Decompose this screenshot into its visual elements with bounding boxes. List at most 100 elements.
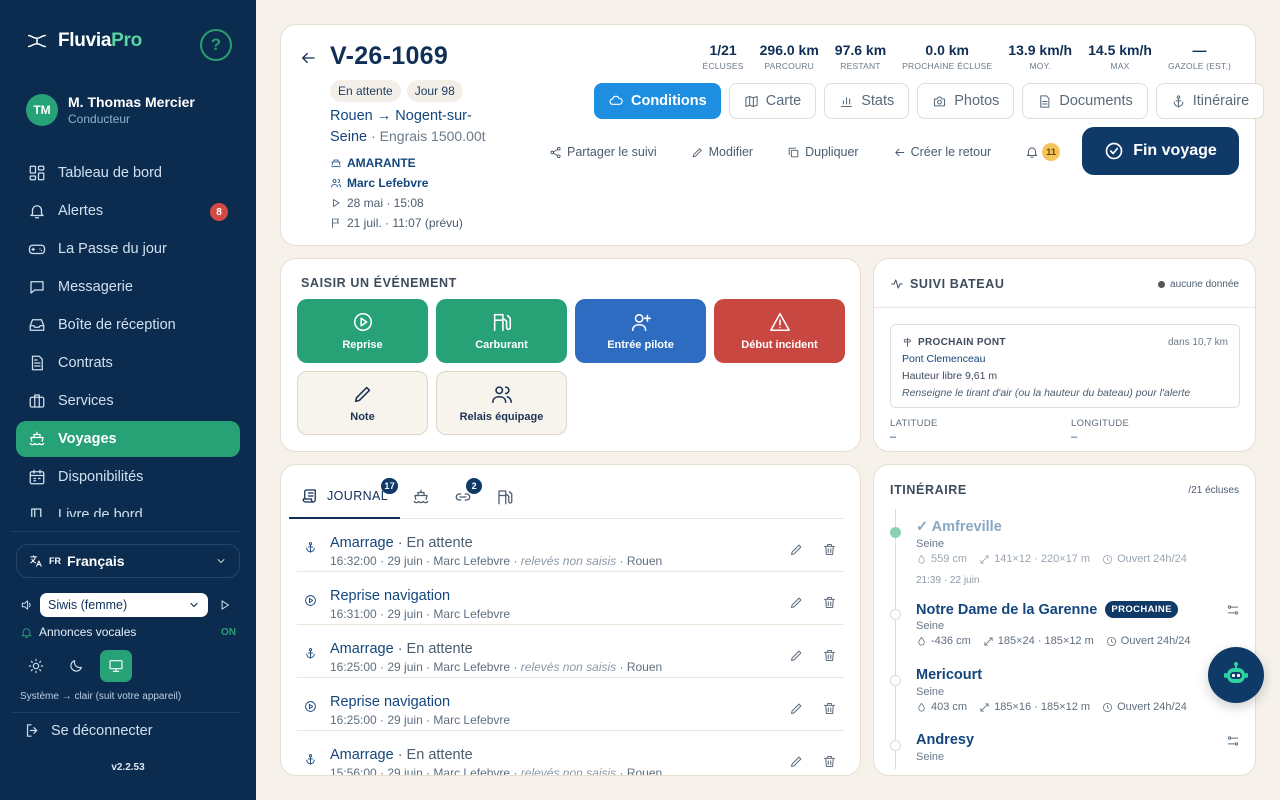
help-button[interactable]: ? <box>200 29 232 61</box>
finish-voyage-button[interactable]: Fin voyage <box>1082 127 1239 175</box>
start-date: 28 mai · 15:08 <box>347 196 424 210</box>
theme-dark-button[interactable] <box>60 650 92 682</box>
language-selector[interactable]: FR Français <box>16 544 240 578</box>
bell-icon <box>30 205 44 219</box>
edit-button[interactable]: Modifier <box>691 145 753 159</box>
moon-icon <box>70 660 82 672</box>
app-version: v2.2.53 <box>111 762 145 773</box>
voice-announcements-toggle[interactable]: Annonces vocales ON <box>20 625 236 639</box>
nav-item-services[interactable]: Services <box>16 383 240 419</box>
tab-label: Stats <box>861 93 895 109</box>
trash-icon[interactable] <box>822 701 837 716</box>
route-settings-icon[interactable] <box>1226 603 1240 617</box>
tab-map[interactable]: Carte <box>728 83 817 119</box>
brand-name: FluviaPro <box>58 30 142 51</box>
pencil-icon[interactable] <box>789 595 804 610</box>
stop-river: Seine <box>916 686 945 698</box>
event-crew-relay-button[interactable]: Relais équipage <box>436 371 567 435</box>
nav-item-inbox[interactable]: Boîte de réception <box>16 307 240 343</box>
theme-system-button[interactable] <box>100 650 132 682</box>
trash-icon[interactable] <box>822 754 837 769</box>
event-incident-button[interactable]: Début incident <box>714 299 845 363</box>
stop-dot <box>890 675 901 686</box>
logout-button[interactable]: Se déconnecter <box>24 722 153 739</box>
trash-icon[interactable] <box>822 595 837 610</box>
tab-documents[interactable]: Documents <box>1022 83 1148 119</box>
theme-light-button[interactable] <box>20 650 52 682</box>
nav-label: Messagerie <box>58 279 133 295</box>
tab-links[interactable]: 2 <box>442 475 484 519</box>
tab-conditions[interactable]: Conditions <box>594 83 721 119</box>
nav-item-availability[interactable]: Disponibilités <box>16 459 240 495</box>
section-title: ITINÉRAIRE <box>890 483 967 497</box>
user-role: Conducteur <box>68 112 131 126</box>
route-settings-icon[interactable] <box>1226 734 1240 748</box>
stop-dot <box>890 740 901 751</box>
journal-entry[interactable]: Amarrage · En attente 16:32:00 · 29 juin… <box>297 519 844 572</box>
event-label: Relais équipage <box>459 411 544 423</box>
play-icon[interactable] <box>218 598 232 612</box>
journal-entry[interactable]: Reprise navigation 16:31:00 · 29 juin · … <box>297 572 844 625</box>
journal-entry[interactable]: Amarrage · En attente 15:56:00 · 29 juin… <box>297 731 844 775</box>
anchor-icon <box>306 648 315 659</box>
sidebar-divider <box>12 712 240 713</box>
tab-ship[interactable] <box>400 475 442 519</box>
action-label: Dupliquer <box>805 145 859 159</box>
nav-item-messaging[interactable]: Messagerie <box>16 269 240 305</box>
day-badge: Jour 98 <box>406 80 463 102</box>
pencil-icon[interactable] <box>789 542 804 557</box>
journal-entry[interactable]: Amarrage · En attente 16:25:00 · 29 juin… <box>297 625 844 678</box>
gamepad-icon <box>28 244 46 255</box>
nav-item-logbook[interactable]: Livre de bord <box>16 497 240 517</box>
user-profile[interactable]: TM M. Thomas Mercier Conducteur <box>26 94 195 126</box>
resize-icon <box>980 702 989 712</box>
nav-item-contracts[interactable]: Contrats <box>16 345 240 381</box>
event-note-button[interactable]: Note <box>297 371 428 435</box>
tab-label: JOURNAL <box>327 488 389 503</box>
coordinates: LATITUDE – LONGITUDE – <box>890 418 1252 443</box>
divider <box>874 307 1255 308</box>
journal-tabs: JOURNAL 17 2 <box>289 475 844 519</box>
back-arrow-icon[interactable] <box>299 49 317 67</box>
document-icon <box>1040 94 1050 108</box>
return-trip-button[interactable]: Créer le retour <box>893 145 991 159</box>
book-icon <box>31 508 42 517</box>
event-fuel-button[interactable]: Carburant <box>436 299 567 363</box>
tab-label: Carte <box>765 93 802 109</box>
vessel-row[interactable]: AMARANTE <box>330 153 463 173</box>
pencil-icon[interactable] <box>789 701 804 716</box>
event-pilot-button[interactable]: Entrée pilote <box>575 299 706 363</box>
stop-dot <box>890 609 901 620</box>
brand-logo[interactable]: FluviaPro <box>26 30 142 52</box>
trash-icon[interactable] <box>822 542 837 557</box>
journal-entry[interactable]: Reprise navigation 16:25:00 · 29 juin · … <box>297 678 844 731</box>
nav-item-dashboard[interactable]: Tableau de bord <box>16 155 240 191</box>
logout-icon <box>26 724 38 737</box>
chat-icon <box>30 281 44 294</box>
trash-icon[interactable] <box>822 648 837 663</box>
pencil-icon[interactable] <box>789 754 804 769</box>
nav-item-daily-pass[interactable]: La Passe du jour <box>16 231 240 267</box>
voice-selected: Siwis (femme) <box>48 598 128 612</box>
bridge-distance: dans 10,7 km <box>1167 337 1228 348</box>
bridge-label: PROCHAIN PONT <box>918 337 1006 348</box>
event-resume-button[interactable]: Reprise <box>297 299 428 363</box>
duplicate-button[interactable]: Dupliquer <box>787 145 859 159</box>
notifications-button[interactable]: 11 <box>1025 143 1061 161</box>
assistant-bot-button[interactable] <box>1208 647 1264 703</box>
nav-item-alerts[interactable]: Alertes 8 <box>16 193 240 229</box>
tab-itinerary[interactable]: Itinéraire <box>1155 83 1265 119</box>
nav-item-voyages[interactable]: Voyages <box>16 421 240 457</box>
tab-fuel[interactable] <box>484 475 526 519</box>
tab-journal[interactable]: JOURNAL 17 <box>289 475 401 519</box>
copy-icon <box>788 147 799 157</box>
captain-row[interactable]: Marc Lefebvre <box>330 173 463 193</box>
pencil-icon <box>692 147 702 157</box>
voice-select[interactable]: Siwis (femme) <box>40 593 208 617</box>
tab-stats[interactable]: Stats <box>824 83 910 119</box>
stop-info: -436 cm 185×24 · 185×12 m Ouvert 24h/24 <box>916 635 1191 647</box>
pencil-icon[interactable] <box>789 648 804 663</box>
tab-photos[interactable]: Photos <box>917 83 1015 119</box>
section-title: SUIVI BATEAU <box>890 277 1004 291</box>
share-button[interactable]: Partager le suivi <box>549 145 657 159</box>
